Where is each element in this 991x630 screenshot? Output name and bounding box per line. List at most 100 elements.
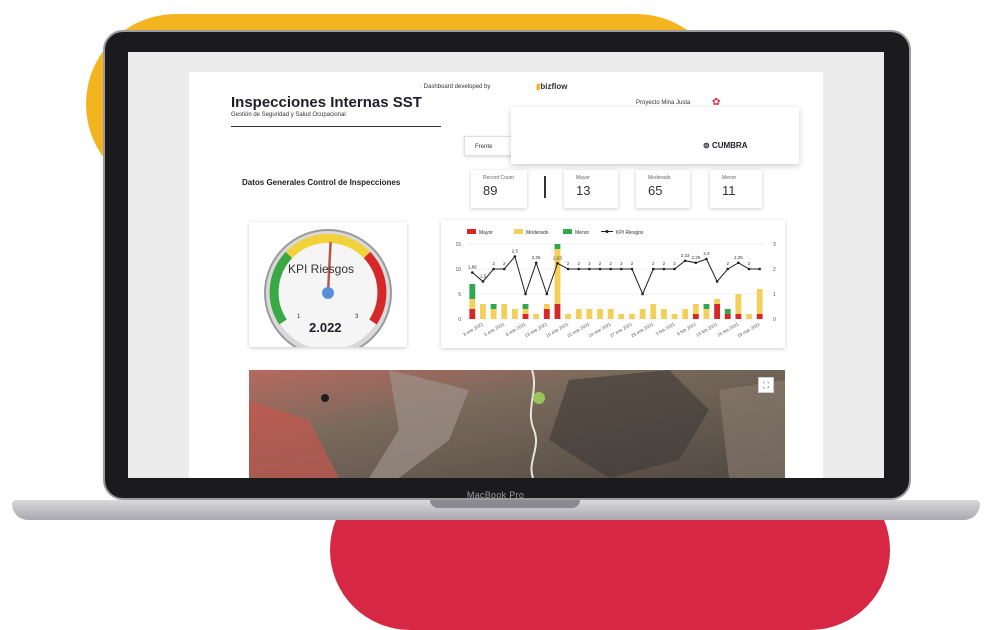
kpi-point[interactable]: [737, 261, 740, 265]
bar-moderado[interactable]: [671, 314, 678, 319]
kpi-data-label: 2: [726, 261, 729, 266]
bar-moderado[interactable]: [735, 294, 742, 314]
bar-mayor[interactable]: [554, 304, 561, 319]
kpi-point[interactable]: [705, 257, 708, 261]
kpi-data-label: 2: [492, 261, 495, 266]
bar-moderado[interactable]: [543, 304, 550, 309]
satellite-map[interactable]: [249, 370, 785, 478]
bar-menor[interactable]: [724, 309, 731, 314]
x-tick-label: 13 feb 2021: [695, 321, 719, 337]
bar-moderado[interactable]: [756, 289, 763, 314]
bar-moderado[interactable]: [629, 314, 635, 319]
bar-moderado[interactable]: [565, 314, 572, 319]
chart-right-axis: 0 1 2 3: [773, 242, 776, 323]
kpi-point[interactable]: [694, 261, 698, 265]
bar-mayor[interactable]: [735, 314, 742, 319]
bar-mayor[interactable]: [714, 304, 721, 319]
bar-moderado[interactable]: [682, 309, 689, 319]
kpi-card-record-count[interactable]: Record Count 89: [471, 170, 527, 208]
bar-moderado[interactable]: [660, 309, 667, 319]
bar-moderado[interactable]: [607, 309, 614, 319]
kpi-point[interactable]: [492, 267, 495, 271]
kpi-point[interactable]: [715, 280, 719, 283]
map-slope: [719, 380, 785, 478]
bar-moderado[interactable]: [714, 299, 721, 304]
kpi-point[interactable]: [471, 271, 474, 274]
kpi-point[interactable]: [620, 267, 623, 271]
kpi-point[interactable]: [726, 267, 730, 271]
legend-swatch-moderado: [514, 229, 523, 234]
kpi-data-label: 2: [577, 261, 580, 266]
kpi-point[interactable]: [609, 267, 612, 271]
kpi-data-label: 2: [631, 261, 634, 266]
bar-moderado[interactable]: [586, 309, 593, 319]
bar-mayor[interactable]: [543, 309, 550, 319]
kpi-value: 89: [483, 183, 498, 198]
x-tick-label: 22 ene 2021: [566, 321, 591, 338]
bar-moderado[interactable]: [639, 309, 646, 319]
kpi-point[interactable]: [534, 261, 538, 265]
kpi-card-moderado[interactable]: Moderado 65: [636, 170, 690, 208]
bar-mayor[interactable]: [469, 309, 476, 319]
section-title: Datos Generales Control de Inspecciones: [242, 178, 401, 187]
kpi-point[interactable]: [683, 259, 687, 263]
x-tick-label: 29 ene 2021: [630, 321, 655, 338]
bar-menor[interactable]: [703, 304, 710, 309]
chart-kpi-line: 1,861,52 22,52,25 2,232 2 2 2 2 2 2 2 2 22,33 2,252,…: [468, 249, 761, 296]
kpi-card-menor[interactable]: Menor 11: [710, 170, 762, 208]
kpi-point[interactable]: [588, 267, 591, 271]
bar-mayor[interactable]: [522, 314, 529, 319]
bar-moderado[interactable]: [469, 299, 476, 309]
kpi-point[interactable]: [481, 280, 485, 283]
kpi-point[interactable]: [566, 267, 570, 271]
kpi-data-label: 2: [663, 261, 666, 266]
kpi-point[interactable]: [598, 267, 602, 271]
y-tick-label: 10: [455, 267, 461, 273]
legend-label-moderado: Moderado: [526, 230, 549, 236]
bar-moderado[interactable]: [490, 309, 497, 319]
bar-moderado[interactable]: [501, 304, 508, 319]
kpi-point[interactable]: [577, 267, 581, 271]
bar-moderado[interactable]: [597, 309, 603, 319]
kpi-card-mayor[interactable]: Mayor 13: [564, 170, 618, 208]
kpi-data-label: 2: [652, 261, 655, 266]
kpi-point[interactable]: [556, 261, 559, 265]
kpi-point[interactable]: [545, 292, 549, 296]
kpi-point[interactable]: [630, 267, 634, 271]
bar-moderado[interactable]: [575, 309, 582, 319]
bar-mayor[interactable]: [756, 314, 763, 319]
x-tick-label: 15 ene 2021: [545, 321, 570, 338]
bar-menor[interactable]: [469, 284, 476, 299]
bar-moderado[interactable]: [703, 309, 710, 319]
kpi-point[interactable]: [662, 267, 666, 271]
kpi-data-label: 2: [748, 261, 751, 266]
bar-moderado[interactable]: [618, 314, 625, 319]
bar-moderado[interactable]: [533, 314, 540, 319]
bar-menor[interactable]: [490, 304, 497, 309]
bar-moderado[interactable]: [511, 309, 518, 319]
bar-moderado[interactable]: [522, 309, 529, 314]
kpi-point[interactable]: [673, 267, 676, 271]
kpi-data-label: 2: [673, 261, 676, 266]
kpi-point[interactable]: [513, 255, 517, 258]
kpi-point[interactable]: [758, 267, 761, 271]
bar-mayor[interactable]: [724, 314, 731, 319]
bizflow-logo[interactable]: ▮bizflow: [536, 82, 568, 91]
bar-menor[interactable]: [522, 304, 529, 309]
bar-mayor[interactable]: [692, 314, 699, 319]
kpi-data-label: 2,33: [681, 253, 690, 258]
bar-menor[interactable]: [554, 244, 561, 249]
kpi-point[interactable]: [747, 267, 751, 271]
map-marker[interactable]: [533, 392, 545, 404]
laptop-notch: [430, 500, 580, 508]
bar-moderado[interactable]: [692, 304, 699, 314]
kpi-point[interactable]: [641, 292, 644, 296]
kpi-point[interactable]: [651, 267, 655, 271]
bar-moderado[interactable]: [650, 304, 657, 319]
right-tick-label: 1: [773, 292, 776, 298]
kpi-point[interactable]: [524, 292, 527, 296]
fullscreen-icon[interactable]: ⛶: [758, 377, 774, 393]
kpi-point[interactable]: [502, 267, 506, 271]
bar-moderado[interactable]: [480, 304, 486, 319]
bar-moderado[interactable]: [746, 314, 752, 319]
